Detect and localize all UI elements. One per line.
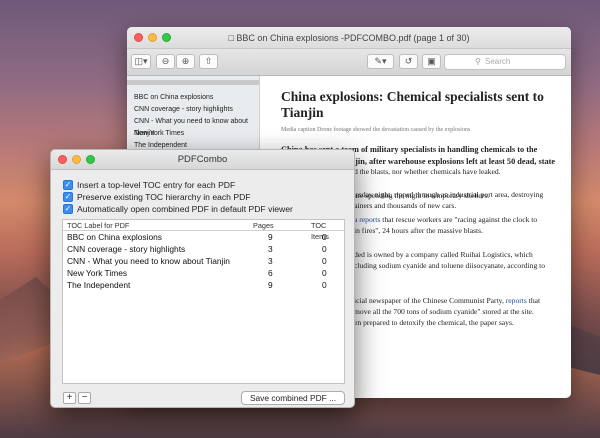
table-row[interactable]: CNN coverage - story highlights 3 0 <box>63 243 344 255</box>
article-fragment: a reports that rescue workers are "racin… <box>354 215 538 224</box>
dialog-minimize-button[interactable] <box>72 155 81 164</box>
row-label[interactable]: New York Times <box>67 267 127 279</box>
column-header-pages[interactable]: Pages <box>253 220 274 231</box>
row-toc-items: 0 <box>322 280 327 290</box>
article-fragment: en prepared to detoxify the chemical, th… <box>354 318 514 327</box>
dialog-close-button[interactable] <box>58 155 67 164</box>
row-label[interactable]: CNN - What you need to know about Tianji… <box>67 255 230 267</box>
toolbox-button[interactable]: ▣ <box>422 54 441 69</box>
row-toc-items: 0 <box>322 232 327 242</box>
share-button[interactable]: ⇧ <box>199 54 218 69</box>
dialog-title: PDFCombo <box>177 154 228 165</box>
row-pages: 3 <box>268 244 273 254</box>
row-pages: 6 <box>268 268 273 278</box>
table-row[interactable]: New York Times 6 0 <box>63 267 344 279</box>
row-pages: 3 <box>268 256 273 266</box>
share-icon: ⇧ <box>204 56 213 66</box>
zoom-out-button[interactable]: ⊖ <box>156 54 175 69</box>
dialog-zoom-button[interactable] <box>86 155 95 164</box>
column-header-label[interactable]: TOC Label for PDF <box>67 220 129 231</box>
sidebar-item[interactable]: BBC on China explosions <box>127 92 259 104</box>
option-preserve-toc[interactable]: ✓ Preserve existing TOC hierarchy in eac… <box>63 191 251 203</box>
close-button[interactable] <box>134 33 143 42</box>
article-body-fragments: d the blasts, nor whether chemicals have… <box>354 166 564 328</box>
row-label[interactable]: BBC on China explosions <box>67 231 162 243</box>
checkbox-checked-icon[interactable]: ✓ <box>63 180 73 190</box>
zoom-out-icon: ⊖ <box>161 56 170 66</box>
option-auto-open[interactable]: ✓ Automatically open combined PDF in def… <box>63 203 293 215</box>
article-fragment: move all the 700 tons of sodium cyanide"… <box>354 307 534 316</box>
window-controls <box>134 33 171 42</box>
row-toc-items: 0 <box>322 256 327 266</box>
rotate-button[interactable]: ↺ <box>399 54 418 69</box>
sidebar-item[interactable]: CNN coverage - story highlights <box>127 104 259 116</box>
pdfcombo-window: PDFCombo ✓ Insert a top-level TOC entry … <box>50 149 355 408</box>
article-fragment: ded is owned by a company called Ruihai … <box>354 250 533 259</box>
remove-pdf-button[interactable]: − <box>78 392 91 404</box>
table-row[interactable]: CNN - What you need to know about Tianji… <box>63 255 344 267</box>
row-pages: 9 <box>268 232 273 242</box>
article-fragment: are spending the night in temporary shel… <box>354 191 490 200</box>
save-combined-pdf-button[interactable]: Save combined PDF ... <box>241 391 345 405</box>
reports-link[interactable]: a reports <box>354 215 380 224</box>
row-toc-items: 0 <box>322 244 327 254</box>
row-label[interactable]: The Independent <box>67 279 130 291</box>
dialog-titlebar: PDFCombo <box>51 150 354 170</box>
pdf-file-icon: □ <box>228 33 234 43</box>
zoom-in-button[interactable]: ⊕ <box>176 54 195 69</box>
option-label: Preserve existing TOC hierarchy in each … <box>77 192 251 202</box>
row-toc-items: 0 <box>322 268 327 278</box>
dialog-window-controls <box>58 155 95 164</box>
sidebar-item[interactable]: New York Times <box>127 128 259 140</box>
table-row[interactable]: The Independent 9 0 <box>63 279 344 291</box>
option-label: Insert a top-level TOC entry for each PD… <box>77 180 236 190</box>
row-pages: 9 <box>268 280 273 290</box>
minimize-button[interactable] <box>148 33 157 42</box>
pen-icon: ✎▾ <box>374 56 387 66</box>
add-pdf-button[interactable]: + <box>63 392 76 404</box>
zoom-in-icon: ⊕ <box>181 56 190 66</box>
sidebar-selected-row[interactable] <box>127 80 259 85</box>
article-fragment: cluding sodium cyanide and toluene diiso… <box>354 261 546 270</box>
reports-link-2[interactable]: reports <box>506 296 527 305</box>
table-header: TOC Label for PDF Pages TOC Items <box>63 220 344 241</box>
article-fragment: in fires", 24 hours after the massive bl… <box>354 226 484 235</box>
sidebar-icon: ◫▾ <box>134 56 148 66</box>
article-fragment: d the blasts, nor whether chemicals have… <box>354 167 501 176</box>
checkbox-checked-icon[interactable]: ✓ <box>63 204 73 214</box>
checkbox-checked-icon[interactable]: ✓ <box>63 192 73 202</box>
option-insert-toc[interactable]: ✓ Insert a top-level TOC entry for each … <box>63 179 235 191</box>
row-label[interactable]: CNN coverage - story highlights <box>67 243 185 255</box>
pdf-list-table[interactable]: TOC Label for PDF Pages TOC Items BBC on… <box>62 219 345 384</box>
search-icon: ⚲ <box>475 57 481 66</box>
zoom-button[interactable] <box>162 33 171 42</box>
option-label: Automatically open combined PDF in defau… <box>77 204 293 214</box>
table-row[interactable]: BBC on China explosions 9 0 <box>63 231 344 243</box>
preview-title: BBC on China explosions -PDFCOMBO.pdf (p… <box>236 33 470 43</box>
markup-button[interactable]: ✎▾ <box>367 54 394 69</box>
rotate-icon: ↺ <box>404 56 413 66</box>
article-fragment: icial newspaper of the Chinese Communist… <box>354 296 541 305</box>
toolbox-icon: ▣ <box>427 56 436 66</box>
sidebar-toggle-button[interactable]: ◫▾ <box>131 54 151 69</box>
sidebar-item[interactable]: CNN - What you need to know about Tianji… <box>127 116 259 137</box>
